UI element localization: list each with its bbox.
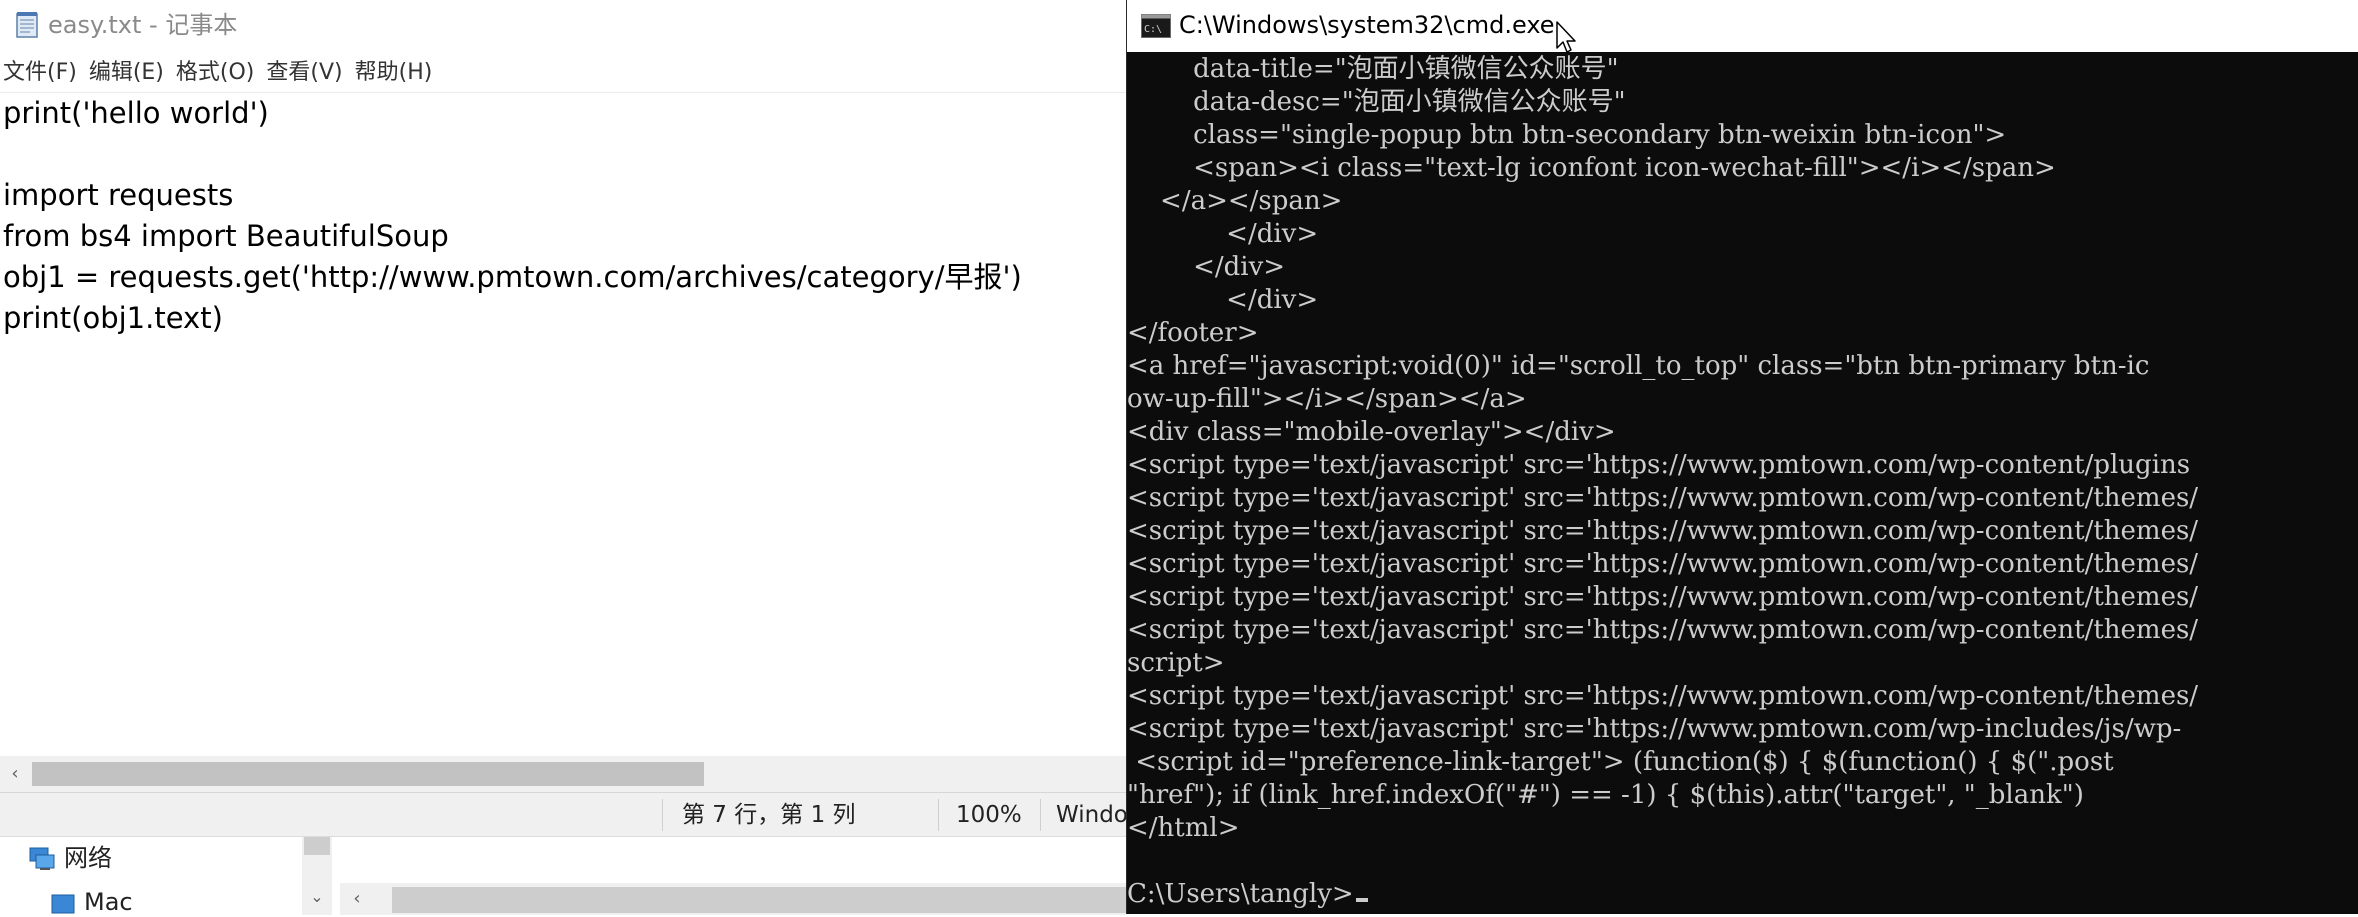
console-line: </div> (1127, 285, 1319, 315)
console-line: <script type='text/javascript' src='http… (1127, 483, 2199, 513)
drive-icon (51, 894, 75, 914)
scroll-left-icon[interactable]: ‹ (4, 762, 26, 786)
editor-line: obj1 = requests.get('http://www.pmtown.c… (3, 260, 1022, 294)
cmd-titlebar[interactable]: C:\ C:\Windows\system32\cmd.exe (1127, 0, 2358, 53)
console-line: </div> (1127, 252, 1286, 282)
console-line: <script type='text/javascript' src='http… (1127, 450, 2191, 480)
notepad-titlebar[interactable]: easy.txt - 记事本 (0, 0, 1126, 50)
menu-edit[interactable]: 编辑(E) (89, 58, 164, 88)
scrollbar-thumb[interactable] (304, 837, 330, 855)
editor-line: print('hello world') (3, 96, 269, 130)
notepad-menubar: 文件(F) 编辑(E) 格式(O) 查看(V) 帮助(H) (0, 58, 1126, 88)
cmd-app-icon: C:\ (1141, 14, 1171, 38)
console-line: script> (1127, 648, 1225, 678)
console-line: <script type='text/javascript' src='http… (1127, 516, 2199, 546)
cmd-console-output[interactable]: data-title="泡面小镇微信公众账号" data-desc="泡面小镇微… (1127, 53, 2358, 914)
mouse-pointer-icon (1556, 21, 1576, 53)
notepad-text-area[interactable]: print('hello world') import requests fro… (0, 92, 1126, 752)
console-line: <script type='text/javascript' src='http… (1127, 615, 2199, 645)
console-line: data-desc="泡面小镇微信公众账号" (1127, 87, 1626, 117)
console-line: </html> (1127, 813, 1240, 843)
scrollbar-thumb[interactable] (392, 887, 1126, 913)
console-line: class="single-popup btn btn-secondary bt… (1127, 120, 2007, 150)
console-line: <script type='text/javascript' src='http… (1127, 582, 2199, 612)
nav-item-label: 网络 (64, 844, 112, 872)
chevron-down-icon[interactable]: ⌄ (302, 885, 332, 909)
editor-line: import requests (3, 178, 234, 212)
console-line: "href"); if (link_href.indexOf("#") == -… (1127, 780, 2084, 810)
nav-item-label: Mac (84, 888, 133, 916)
status-cursor-position: 第 7 行，第 1 列 (682, 802, 856, 828)
scroll-left-icon[interactable]: ‹ (346, 885, 368, 913)
notepad-statusbar: 第 7 行，第 1 列 100% Windo (0, 792, 1126, 836)
nav-item-mac[interactable]: Mac (50, 887, 133, 917)
console-prompt-line[interactable]: C:\Users\tangly> (1127, 878, 2358, 911)
console-line: <div class="mobile-overlay"></div> (1127, 417, 1616, 447)
notepad-horizontal-scrollbar[interactable]: ‹ (0, 756, 1126, 792)
cmd-title: C:\Windows\system32\cmd.exe (1179, 11, 1555, 39)
notepad-window: easy.txt - 记事本 文件(F) 编辑(E) 格式(O) 查看(V) 帮助(H)… (0, 0, 1126, 914)
console-line: <span><i class="text-lg iconfont icon-we… (1127, 153, 2056, 183)
scrollbar-thumb[interactable] (32, 762, 704, 786)
svg-text:C:\: C:\ (1144, 24, 1162, 35)
text-caret (1355, 898, 1368, 902)
console-prompt: C:\Users\tangly> (1127, 879, 1354, 909)
console-line: </div> (1127, 219, 1319, 249)
console-line: <script type='text/javascript' src='http… (1127, 681, 2199, 711)
menu-view[interactable]: 查看(V) (266, 58, 342, 88)
explorer-horizontal-scrollbar[interactable]: ‹ (340, 883, 1126, 915)
console-line: </a></span> (1127, 186, 1343, 216)
status-line-ending: Windo (1056, 802, 1126, 828)
notepad-app-icon (16, 12, 38, 38)
network-icon (29, 847, 55, 870)
menu-file[interactable]: 文件(F) (3, 58, 77, 88)
editor-line: print(obj1.text) (3, 301, 223, 335)
menu-help[interactable]: 帮助(H) (355, 58, 433, 88)
notepad-title: easy.txt - 记事本 (48, 11, 238, 39)
explorer-window-fragment: 网络 Mac ⌄ ‹ (0, 836, 1126, 917)
cmd-window: C:\ C:\Windows\system32\cmd.exe data-tit… (1126, 0, 2358, 914)
explorer-nav-vertical-scrollbar[interactable]: ⌄ (302, 837, 332, 915)
nav-item-network[interactable]: 网络 (28, 843, 112, 873)
console-line: <script id="preference-link-target"> (fu… (1127, 747, 2114, 777)
console-line: </footer> (1127, 318, 1259, 348)
status-divider (1040, 799, 1041, 831)
editor-line: from bs4 import BeautifulSoup (3, 219, 449, 253)
console-line: <a href="javascript:void(0)" id="scroll_… (1127, 351, 2150, 381)
status-zoom: 100% (956, 802, 1022, 828)
status-divider (938, 799, 939, 831)
console-line: <script type='text/javascript' src='http… (1127, 549, 2199, 579)
console-line: data-title="泡面小镇微信公众账号" (1127, 54, 1619, 84)
console-line: <script type='text/javascript' src='http… (1127, 714, 2182, 744)
status-divider (662, 799, 663, 831)
console-line: ow-up-fill"></i></span></a> (1127, 384, 1527, 414)
menu-format[interactable]: 格式(O) (176, 58, 254, 88)
